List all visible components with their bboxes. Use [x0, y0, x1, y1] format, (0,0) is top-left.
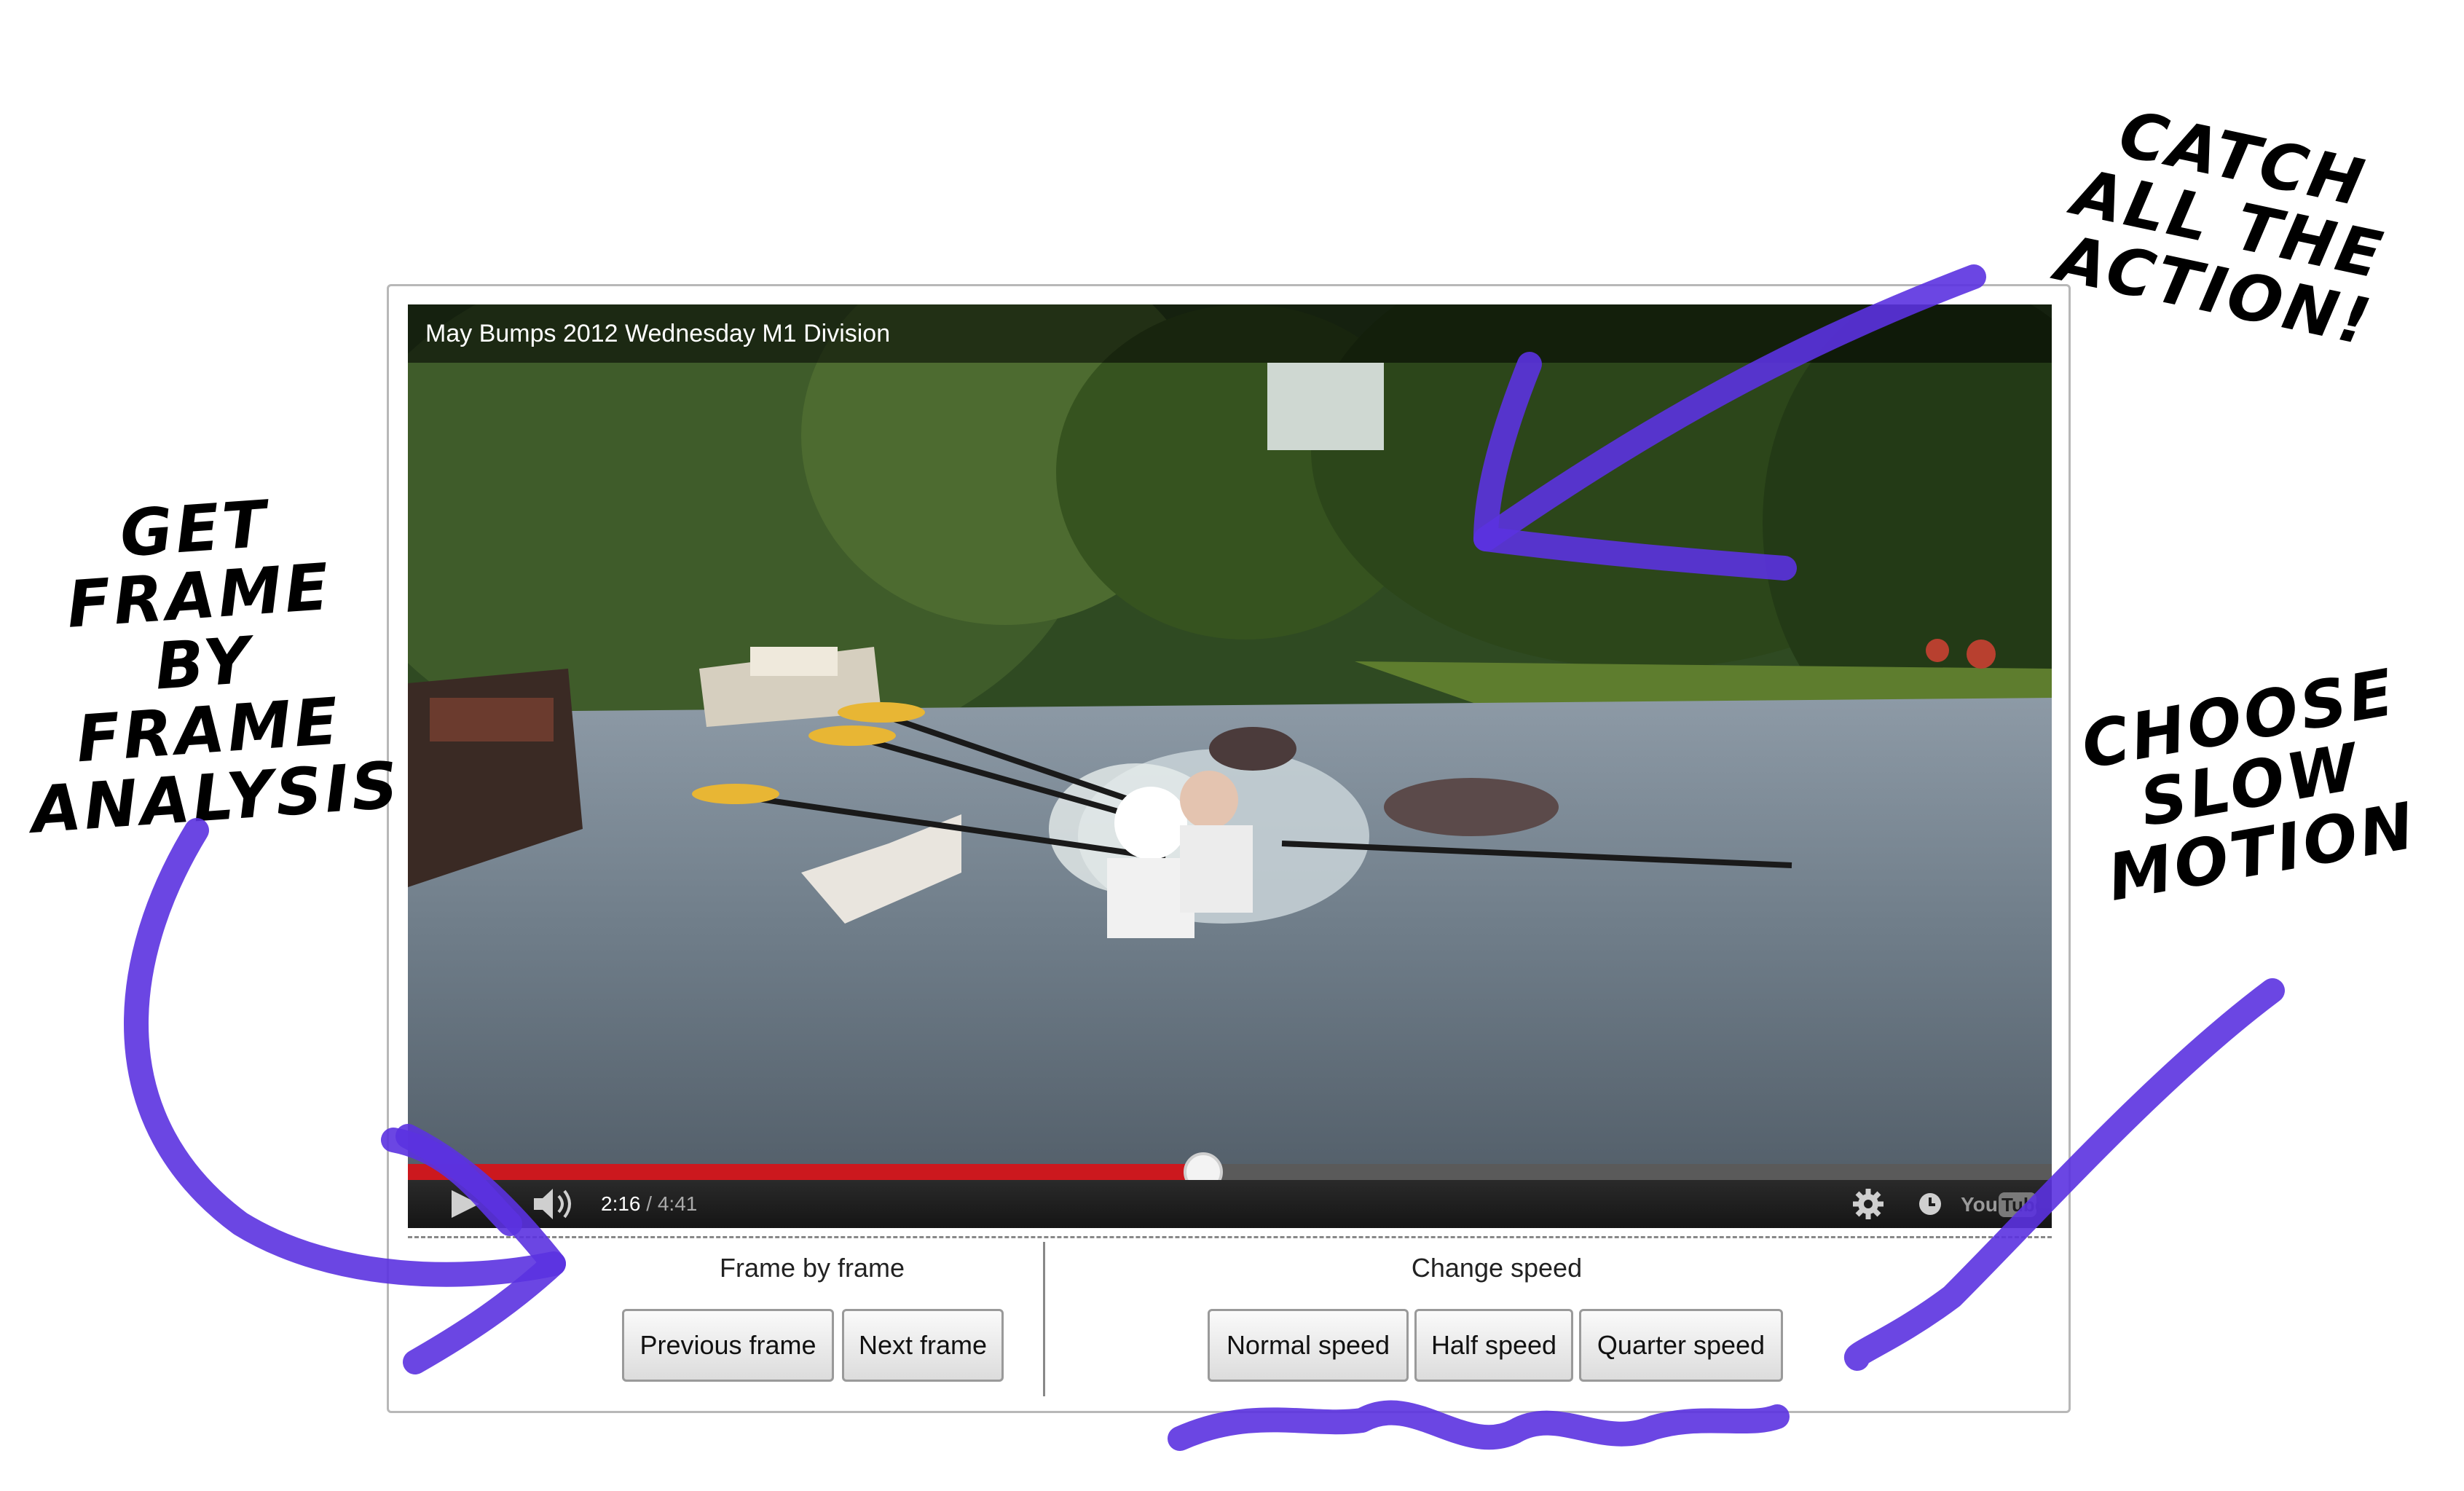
video-frame[interactable] [408, 304, 2052, 1164]
gear-icon [1853, 1189, 1884, 1219]
frame-by-frame-label: Frame by frame [719, 1253, 905, 1283]
progress-bar[interactable] [408, 1152, 2052, 1192]
video-player[interactable]: May Bumps 2012 Wednesday M1 Division 2:1… [408, 304, 2052, 1228]
youtube-logo-icon: You Tube [1961, 1192, 2045, 1217]
group-separator [1043, 1242, 1045, 1396]
watch-later-button[interactable] [1912, 1180, 1948, 1228]
svg-text:Tube: Tube [2001, 1194, 2039, 1216]
annotation-frame-analysis: GET FRAME BY FRAME ANALYSIS [10, 483, 403, 847]
volume-icon [534, 1189, 571, 1219]
normal-speed-button[interactable]: Normal speed [1208, 1309, 1409, 1382]
video-title[interactable]: May Bumps 2012 Wednesday M1 Division [408, 304, 2052, 363]
youtube-logo-button[interactable]: You Tube [1959, 1180, 2045, 1228]
current-time: 2:16 [601, 1192, 641, 1215]
annotation-catch-action: CATCH ALL THE ACTION! [2030, 88, 2428, 361]
previous-frame-button[interactable]: Previous frame [622, 1309, 834, 1382]
next-frame-button[interactable]: Next frame [842, 1309, 1004, 1382]
play-icon [452, 1190, 479, 1218]
time-display: 2:16 / 4:41 [601, 1180, 697, 1228]
controls-divider [408, 1236, 2052, 1238]
change-speed-label: Change speed [1411, 1253, 1583, 1283]
svg-text:You: You [1961, 1193, 1998, 1216]
quarter-speed-button[interactable]: Quarter speed [1579, 1309, 1783, 1382]
time-separator: / [640, 1192, 658, 1215]
half-speed-button[interactable]: Half speed [1414, 1309, 1573, 1382]
annotation-slow-motion: CHOOSE SLOW MOTION [2061, 654, 2441, 915]
player-control-bar: 2:16 / 4:41 You Tube [408, 1180, 2052, 1228]
duration: 4:41 [657, 1192, 698, 1215]
play-button[interactable] [444, 1180, 488, 1228]
speed-underline-stroke [1168, 1400, 1790, 1451]
progress-played [408, 1164, 1204, 1180]
watch-later-icon [1919, 1193, 1941, 1215]
settings-button[interactable] [1846, 1180, 1890, 1228]
volume-button[interactable] [528, 1180, 579, 1228]
